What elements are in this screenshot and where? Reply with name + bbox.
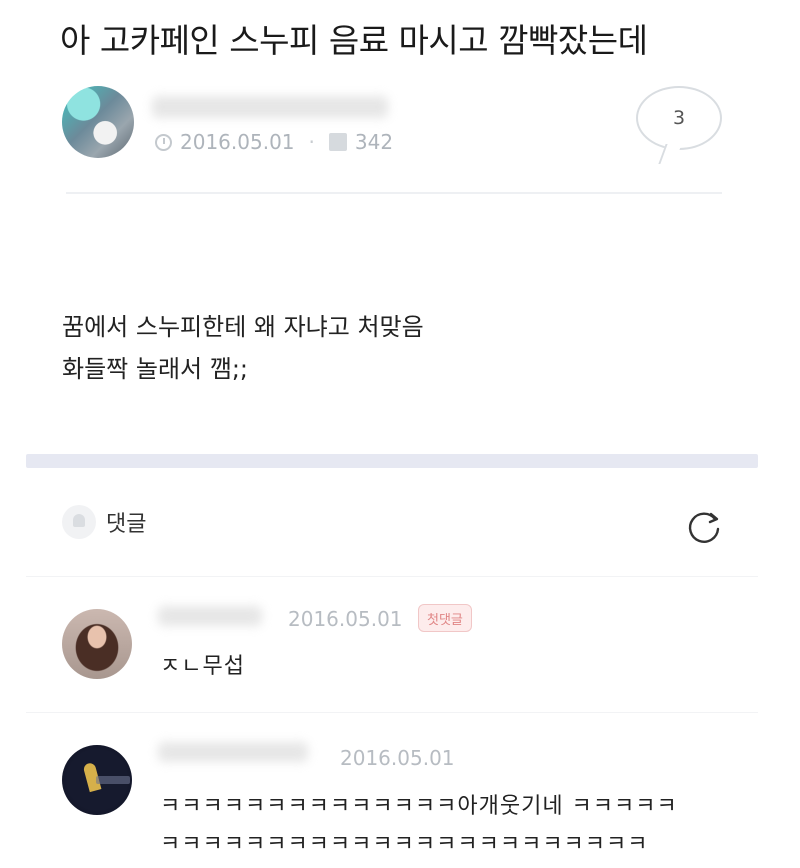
clock-icon — [155, 133, 172, 151]
section-divider — [26, 454, 758, 468]
commenter-name-blurred — [158, 742, 308, 762]
comments-header: 댓글 — [62, 505, 146, 539]
comment-date: 2016.05.01 — [288, 607, 403, 631]
refresh-icon[interactable] — [682, 505, 726, 549]
divider — [66, 192, 722, 194]
post-date: 2016.05.01 — [180, 130, 295, 154]
commenter-avatar[interactable] — [62, 609, 132, 679]
divider — [26, 712, 758, 713]
avatar-caption — [96, 776, 130, 784]
post-views: 342 — [354, 130, 394, 154]
post-body-line: 꿈에서 스누피한테 왜 자냐고 처맞음 — [62, 313, 424, 341]
commenter-name-blurred — [158, 606, 262, 626]
divider — [26, 576, 758, 577]
post-title: 아 고카페인 스누피 음료 마시고 깜빡잤는데 — [60, 21, 648, 60]
author-avatar[interactable] — [62, 86, 134, 158]
comment-text-line: ㅋㅋㅋㅋㅋㅋㅋㅋㅋㅋㅋㅋㅋㅋㅋㅋㅋㅋㅋㅋㅋㅋㅋ — [160, 832, 649, 857]
author-name-blurred — [152, 96, 388, 118]
comment-text: ㅈㄴ무섭 — [160, 654, 245, 679]
post-meta: 2016.05.01 · 342 — [155, 130, 393, 154]
comments-label: 댓글 — [106, 512, 147, 537]
comment-text-line: ㅋㅋㅋㅋㅋㅋㅋㅋㅋㅋㅋㅋㅋㅋ아개웃기네 ㅋㅋㅋㅋㅋ — [160, 794, 678, 819]
comment-count-button[interactable]: 3 — [636, 86, 722, 150]
views-icon — [328, 133, 347, 151]
first-comment-badge: 첫댓글 — [418, 604, 472, 632]
comment-count: 3 — [672, 107, 686, 129]
meta-separator: · — [308, 130, 315, 154]
bell-icon[interactable] — [62, 505, 96, 539]
comment-date: 2016.05.01 — [340, 746, 455, 770]
post-body-line: 화들짝 놀래서 깸;; — [62, 355, 248, 383]
post-body: 꿈에서 스누피한테 왜 자냐고 처맞음 화들짝 놀래서 깸;; — [62, 306, 424, 390]
